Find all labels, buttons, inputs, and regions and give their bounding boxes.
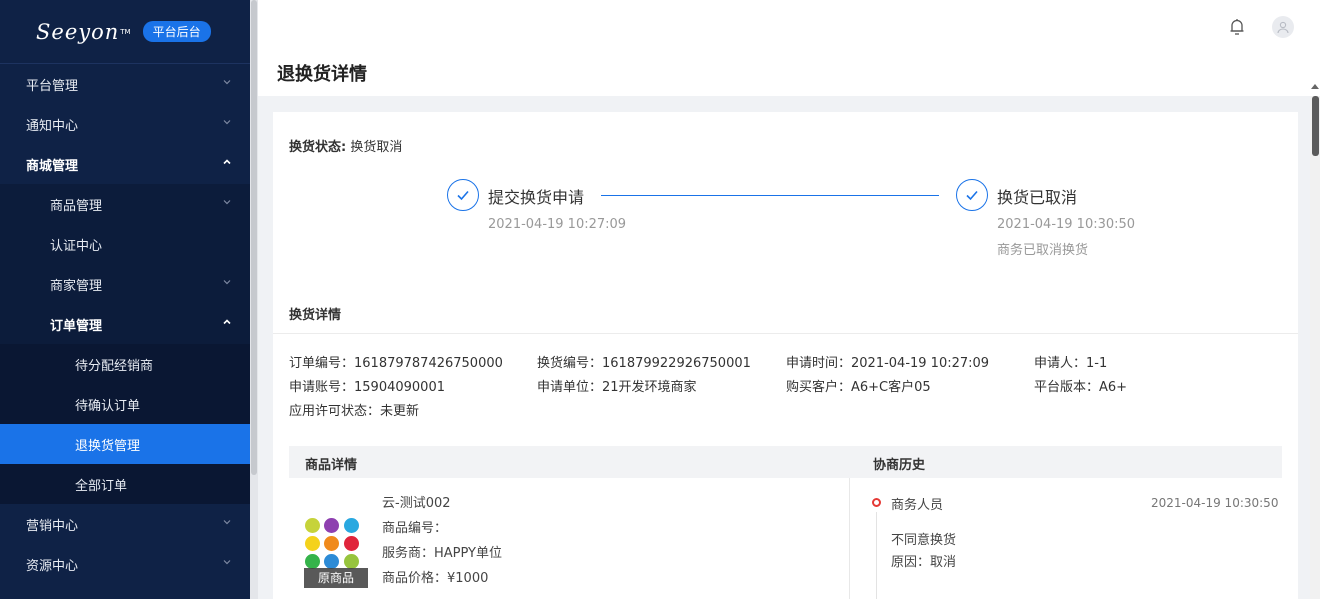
sidebar-scrollbar[interactable] [250, 0, 258, 599]
main-scrollbar-thumb[interactable] [1312, 96, 1319, 156]
chevron-down-icon [223, 280, 231, 285]
buyer-customer: 购买客户：A6+C客户05 [786, 380, 931, 395]
chevron-down-icon [223, 80, 231, 85]
header: 退换货详情 [258, 0, 1320, 96]
main-scrollbar[interactable] [1310, 96, 1320, 599]
logo-bar: Seeyon TM 平台后台 [0, 0, 250, 64]
chevron-down-icon [223, 520, 231, 525]
sidebar-item-orders[interactable]: 订单管理 [0, 304, 250, 344]
sidebar-item-label: 订单管理 [50, 318, 103, 334]
bell-icon[interactable] [1228, 17, 1246, 37]
product-price: 商品价格：¥1000 [382, 571, 489, 586]
history-dot [872, 498, 881, 507]
sidebar-item-label: 商家管理 [50, 278, 103, 294]
logo-trademark: TM [120, 27, 131, 36]
exchange-status-value: 换货取消 [350, 140, 403, 155]
product-image: 原商品 [304, 510, 368, 588]
history-header: 协商历史 [873, 458, 926, 473]
avatar[interactable] [1272, 16, 1294, 38]
platform-badge: 平台后台 [142, 21, 211, 42]
page-title: 退换货详情 [277, 64, 367, 85]
product-header: 商品详情 [305, 458, 358, 473]
sidebar-item-label: 退换货管理 [75, 438, 141, 454]
sidebar-item-label: 全部订单 [75, 478, 128, 494]
platform-version: 平台版本：A6+ [1034, 380, 1128, 395]
sidebar-item-certification[interactable]: 认证中心 [0, 224, 250, 264]
history-reason: 原因：取消 [891, 555, 957, 570]
user-icon [1277, 21, 1289, 34]
chevron-up-icon [223, 319, 231, 325]
scroll-up-arrow-icon[interactable] [1311, 84, 1319, 89]
sidebar-item-marketing[interactable]: 营销中心 [0, 504, 250, 544]
apply-account: 申请账号：15904090001 [289, 380, 445, 395]
column-divider [849, 478, 850, 599]
chevron-up-icon [223, 159, 231, 165]
sidebar: Seeyon TM 平台后台 平台管理 通知中心 商城管理 商品管理 认证中心 商… [0, 0, 250, 599]
chevron-down-icon [223, 200, 231, 205]
image-label: 原商品 [304, 568, 368, 588]
sidebar-scrollbar-thumb[interactable] [251, 0, 257, 475]
sidebar-item-pending-confirm[interactable]: 待确认订单 [0, 384, 250, 424]
applicant: 申请人：1-1 [1034, 356, 1108, 371]
check-icon [956, 179, 988, 211]
history-timeline [876, 512, 877, 599]
sidebar-item-label: 待分配经销商 [75, 358, 154, 374]
apply-time: 申请时间：2021-04-19 10:27:09 [786, 356, 990, 371]
sidebar-item-returns[interactable]: 退换货管理 [0, 424, 250, 464]
sidebar-item-resources[interactable]: 资源中心 [0, 544, 250, 584]
step-note: 商务已取消换货 [997, 243, 1089, 258]
sidebar-item-label: 平台管理 [26, 78, 79, 94]
step-time: 2021-04-19 10:30:50 [997, 217, 1136, 232]
step-title: 提交换货申请 [488, 188, 585, 207]
sidebar-item-label: 通知中心 [26, 118, 79, 134]
sidebar-item-label: 营销中心 [26, 518, 79, 534]
license-status: 应用许可状态：未更新 [289, 404, 420, 419]
details-title: 换货详情 [289, 308, 342, 323]
sidebar-item-merchants[interactable]: 商家管理 [0, 264, 250, 304]
sidebar-item-notification[interactable]: 通知中心 [0, 104, 250, 144]
exchange-status: 换货状态: 换货取消 [289, 136, 402, 155]
product-provider: 服务商：HAPPY单位 [382, 546, 503, 561]
sidebar-item-platform[interactable]: 平台管理 [0, 64, 250, 104]
table-header: 商品详情 协商历史 [289, 446, 1282, 478]
divider [273, 333, 1298, 334]
history-time: 2021-04-19 10:30:50 [1151, 496, 1279, 510]
step-time: 2021-04-19 10:27:09 [488, 217, 627, 232]
product-code: 商品编号： [382, 521, 448, 536]
sidebar-item-label: 商城管理 [26, 158, 79, 174]
order-number: 订单编号：161879787426750000 [289, 356, 503, 371]
history-action: 不同意换货 [891, 533, 957, 548]
logo: Seeyon [36, 19, 120, 44]
sidebar-item-label: 认证中心 [50, 238, 103, 254]
sidebar-item-label: 资源中心 [26, 558, 79, 574]
chevron-down-icon [223, 560, 231, 565]
step-title: 换货已取消 [997, 188, 1078, 207]
sidebar-item-mall[interactable]: 商城管理 [0, 144, 250, 184]
sidebar-item-products[interactable]: 商品管理 [0, 184, 250, 224]
sidebar-item-label: 待确认订单 [75, 398, 141, 414]
chevron-down-icon [223, 120, 231, 125]
step-connector [601, 195, 939, 196]
history-role: 商务人员 [891, 498, 944, 513]
sidebar-item-pending-distributor[interactable]: 待分配经销商 [0, 344, 250, 384]
sidebar-item-label: 商品管理 [50, 198, 103, 214]
exchange-status-label: 换货状态: [289, 140, 347, 155]
apply-unit: 申请单位：21开发环境商家 [537, 380, 697, 395]
sidebar-item-all-orders[interactable]: 全部订单 [0, 464, 250, 504]
exchange-number: 换货编号：161879922926750001 [537, 356, 751, 371]
check-icon [447, 179, 479, 211]
product-name: 云-测试002 [382, 496, 451, 511]
